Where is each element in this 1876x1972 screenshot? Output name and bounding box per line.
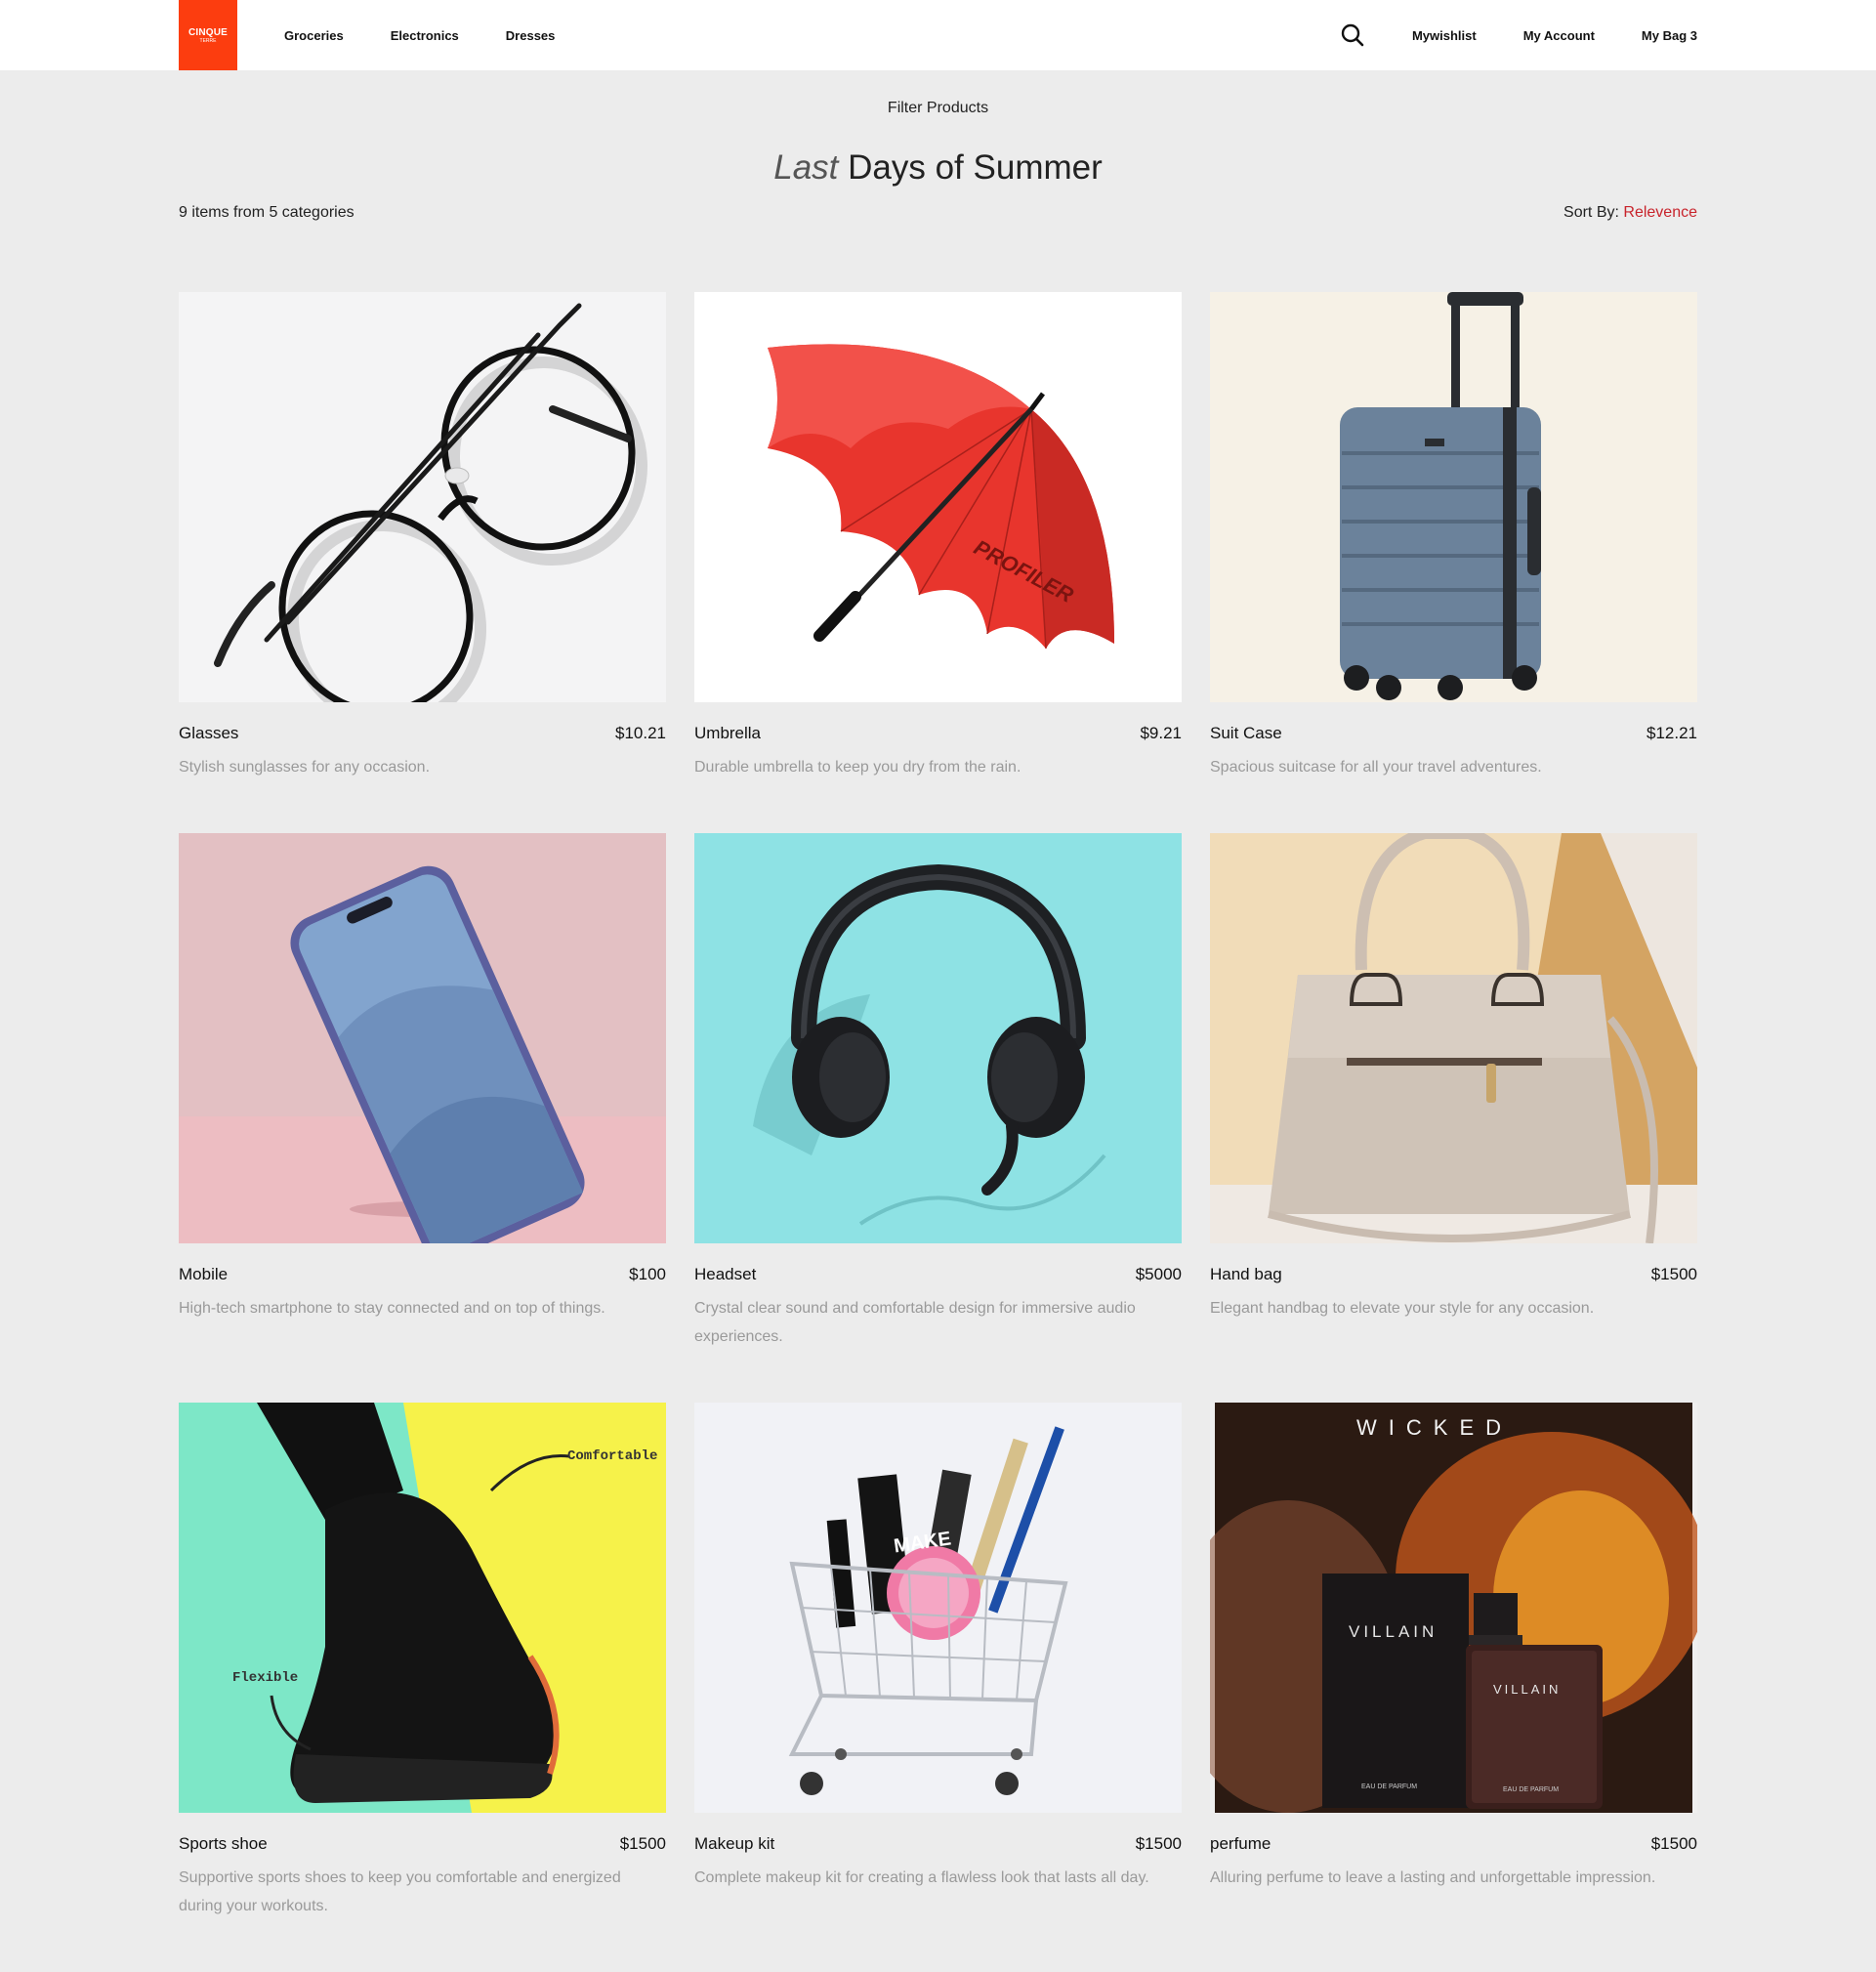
product-description: High-tech smartphone to stay connected a… xyxy=(179,1300,605,1317)
product-image-makeup-cart[interactable]: MAKE xyxy=(694,1403,1182,1813)
product-card[interactable]: Headset $5000 Crystal clear sound and co… xyxy=(694,833,1182,1351)
product-description: Elegant handbag to elevate your style fo… xyxy=(1210,1300,1595,1317)
product-card[interactable]: Suit Case $12.21 Spacious suitcase for a… xyxy=(1210,292,1697,781)
category-nav: Groceries Electronics Dresses xyxy=(284,0,602,70)
product-name[interactable]: perfume xyxy=(1210,1834,1271,1854)
product-meta: Umbrella $9.21 xyxy=(694,724,1182,745)
my-account-link[interactable]: My Account xyxy=(1523,28,1595,43)
product-price: $1500 xyxy=(1135,1834,1182,1853)
account-nav: Mywishlist My Account My Bag 3 xyxy=(1340,0,1697,70)
product-price: $12.21 xyxy=(1647,724,1697,742)
filter-products-link[interactable]: Filter Products xyxy=(0,100,1876,117)
product-card[interactable]: Mobile $100 High-tech smartphone to stay… xyxy=(179,833,666,1322)
product-card[interactable]: Hand bag $1500 Elegant handbag to elevat… xyxy=(1210,833,1697,1322)
product-description: Crystal clear sound and comfortable desi… xyxy=(694,1300,1136,1345)
product-image-perfume[interactable]: WICKED VILLAIN EAU DE PARFUM VILLAIN EAU… xyxy=(1210,1403,1697,1813)
product-meta: Suit Case $12.21 xyxy=(1210,724,1697,745)
product-name[interactable]: Makeup kit xyxy=(694,1834,774,1854)
nav-groceries-link[interactable]: Groceries xyxy=(284,28,344,43)
product-name[interactable]: Suit Case xyxy=(1210,724,1282,743)
sort-dropdown[interactable]: Relevence xyxy=(1623,204,1697,221)
search-icon[interactable] xyxy=(1340,22,1365,48)
title-accent: Last xyxy=(773,148,839,187)
product-description: Supportive sports shoes to keep you comf… xyxy=(179,1869,621,1914)
product-image-headset[interactable] xyxy=(694,833,1182,1243)
product-description: Complete makeup kit for creating a flawl… xyxy=(694,1869,1149,1886)
wishlist-link[interactable]: Mywishlist xyxy=(1412,28,1477,43)
title-rest: Days of Summer xyxy=(848,148,1103,187)
product-description: Spacious suitcase for all your travel ad… xyxy=(1210,759,1542,776)
product-price: $1500 xyxy=(1650,1834,1697,1853)
items-count: 9 items from 5 categories xyxy=(179,204,354,221)
product-image-handbag[interactable] xyxy=(1210,833,1697,1243)
product-description: Durable umbrella to keep you dry from th… xyxy=(694,759,1021,776)
perfume-box-label: VILLAIN xyxy=(1349,1622,1438,1641)
perfume-bottle-label: VILLAIN xyxy=(1493,1682,1561,1697)
top-navigation-bar: CINQUE TERRE Groceries Electronics Dress… xyxy=(0,0,1876,70)
product-price: $1500 xyxy=(1650,1265,1697,1283)
brand-logo[interactable]: CINQUE TERRE xyxy=(179,0,237,70)
product-name[interactable]: Umbrella xyxy=(694,724,761,743)
product-meta: Headset $5000 xyxy=(694,1265,1182,1286)
nav-dresses-link[interactable]: Dresses xyxy=(506,28,556,43)
product-meta: Mobile $100 xyxy=(179,1265,666,1286)
product-price: $10.21 xyxy=(615,724,666,742)
product-image-smartphone[interactable] xyxy=(179,833,666,1243)
sort-label: Sort By: xyxy=(1563,204,1619,221)
product-description: Stylish sunglasses for any occasion. xyxy=(179,759,431,776)
page-title: Last Days of Summer xyxy=(0,148,1876,188)
product-image-suitcase[interactable] xyxy=(1210,292,1697,702)
product-meta: perfume $1500 xyxy=(1210,1834,1697,1856)
product-name[interactable]: Headset xyxy=(694,1265,756,1284)
product-card[interactable]: Comfortable Flexible Sports shoe $1500 S… xyxy=(179,1403,666,1920)
product-card[interactable]: MAKE Makeup kit $1500 Complete makeup ki… xyxy=(694,1403,1182,1892)
product-name[interactable]: Glasses xyxy=(179,724,238,743)
nav-electronics-link[interactable]: Electronics xyxy=(391,28,459,43)
logo-line-1: CINQUE xyxy=(188,26,229,38)
product-image-umbrella[interactable]: PROFILER xyxy=(694,292,1182,702)
product-price: $9.21 xyxy=(1140,724,1182,742)
product-meta: Glasses $10.21 xyxy=(179,724,666,745)
product-card[interactable]: WICKED VILLAIN EAU DE PARFUM VILLAIN EAU… xyxy=(1210,1403,1697,1892)
product-image-glasses[interactable] xyxy=(179,292,666,702)
product-price: $5000 xyxy=(1135,1265,1182,1283)
product-meta: Sports shoe $1500 xyxy=(179,1834,666,1856)
product-name[interactable]: Sports shoe xyxy=(179,1834,268,1854)
product-card[interactable]: PROFILER Umbrella $9.21 Durable umbrella… xyxy=(694,292,1182,781)
product-price: $1500 xyxy=(619,1834,666,1853)
logo-line-2: TERRE xyxy=(199,37,217,44)
perfume-bottle-sub: EAU DE PARFUM xyxy=(1503,1786,1559,1793)
product-name[interactable]: Hand bag xyxy=(1210,1265,1282,1284)
sort-control: Sort By: Relevence xyxy=(1563,204,1697,222)
product-price: $100 xyxy=(629,1265,666,1283)
perfume-ad-headline: WICKED xyxy=(1356,1415,1513,1440)
product-meta: Makeup kit $1500 xyxy=(694,1834,1182,1856)
product-image-sports-shoe[interactable]: Comfortable Flexible xyxy=(179,1403,666,1813)
perfume-box-sub: EAU DE PARFUM xyxy=(1361,1783,1417,1790)
shoe-label-flexible: Flexible xyxy=(232,1670,298,1686)
shoe-label-comfortable: Comfortable xyxy=(567,1448,657,1464)
product-card[interactable]: Glasses $10.21 Stylish sunglasses for an… xyxy=(179,292,666,781)
product-description: Alluring perfume to leave a lasting and … xyxy=(1210,1869,1656,1886)
product-name[interactable]: Mobile xyxy=(179,1265,228,1284)
product-meta: Hand bag $1500 xyxy=(1210,1265,1697,1286)
my-bag-link[interactable]: My Bag 3 xyxy=(1642,28,1697,43)
